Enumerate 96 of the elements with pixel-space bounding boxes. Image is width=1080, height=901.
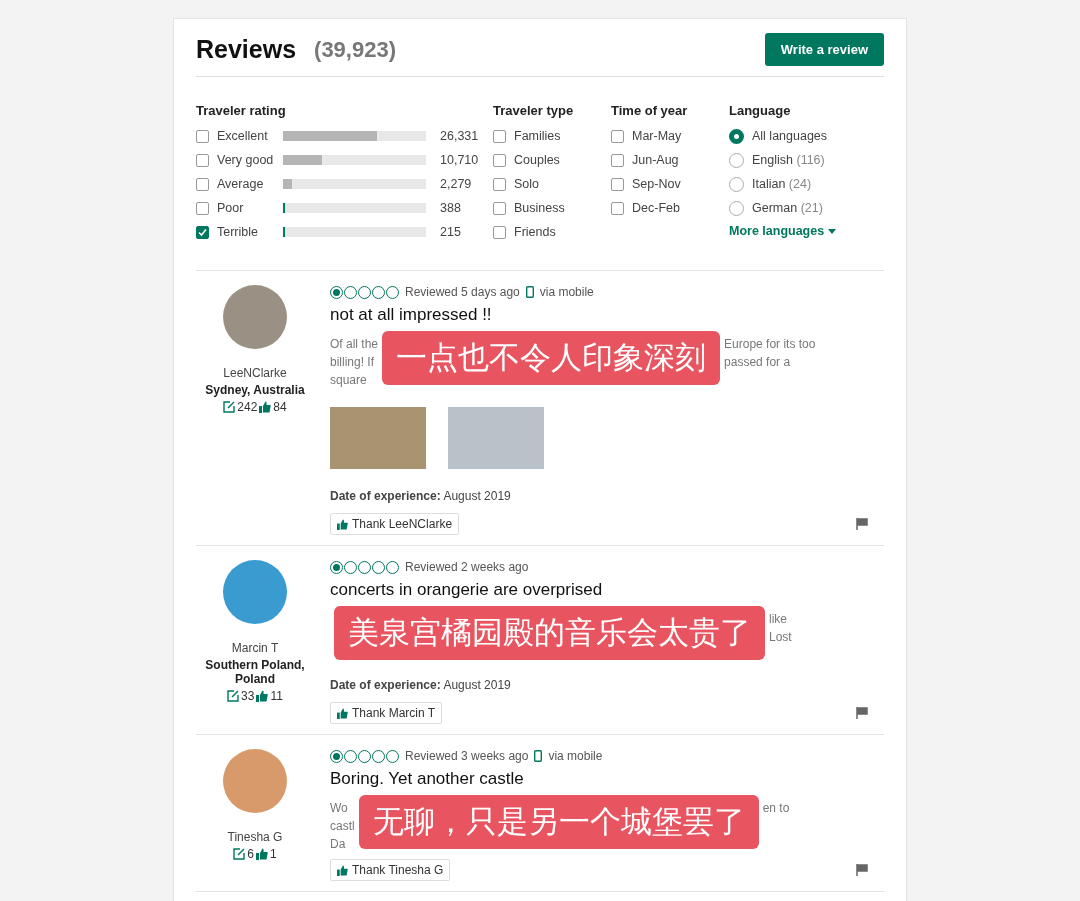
- more-languages-link[interactable]: More languages: [729, 224, 879, 238]
- radio-button[interactable]: [729, 128, 744, 144]
- checkbox[interactable]: [196, 177, 209, 191]
- checkbox[interactable]: [196, 201, 209, 215]
- flag-icon[interactable]: [856, 707, 868, 719]
- radio-button[interactable]: [729, 200, 744, 216]
- language-label: All languages: [752, 129, 828, 143]
- reviews-title: Reviews: [196, 35, 297, 64]
- date-of-experience: Date of experience: August 2019: [330, 678, 512, 692]
- language-label: Italian (24): [752, 177, 812, 191]
- rating-label: Terrible: [217, 225, 259, 239]
- radio-button[interactable]: [729, 152, 744, 168]
- thumbs-up-icon: [337, 707, 348, 719]
- checkbox[interactable]: [196, 225, 209, 239]
- review-date: Reviewed 2 weeks ago: [405, 560, 529, 574]
- checkbox[interactable]: [493, 225, 506, 239]
- user-name[interactable]: Tinesha G: [227, 830, 283, 844]
- helpful-count: 1: [270, 847, 277, 861]
- language-label: German (21): [752, 201, 823, 215]
- rating-count: 26,331: [440, 129, 479, 143]
- rating-count: 215: [440, 225, 461, 239]
- translation-caption: 美泉宫橘园殿的音乐会太贵了: [334, 606, 765, 660]
- edit-icon: [233, 848, 246, 860]
- rating-count: 388: [440, 201, 461, 215]
- filter-label: Friends: [514, 225, 556, 239]
- edit-icon: [223, 401, 236, 413]
- rating-label: Average: [217, 177, 265, 191]
- filter-label: Families: [514, 129, 561, 143]
- rating-label: Very good: [217, 153, 275, 167]
- review-title[interactable]: concerts in orangerie are overprised: [330, 580, 884, 600]
- review-text: Europe for its too passed for a: [724, 336, 816, 371]
- review-text: like Lost: [769, 611, 792, 646]
- helpful-count: 84: [273, 400, 287, 414]
- checkbox[interactable]: [611, 177, 624, 191]
- review-date: Reviewed 5 days ago: [405, 285, 520, 299]
- thumbs-up-icon: [256, 690, 269, 702]
- flag-icon[interactable]: [856, 518, 868, 530]
- checkbox[interactable]: [611, 129, 624, 143]
- rating-count: 2,279: [440, 177, 472, 191]
- checkbox[interactable]: [196, 153, 209, 167]
- phone-icon: [525, 286, 534, 298]
- review-title[interactable]: not at all impressed !!: [330, 305, 884, 325]
- filter-label: Sep-Nov: [632, 177, 681, 191]
- review-title[interactable]: Boring. Yet another castle: [330, 769, 884, 789]
- filter-label: Dec-Feb: [632, 201, 680, 215]
- review-text: Wo castl Da: [330, 800, 355, 853]
- thumbs-up-icon: [337, 518, 348, 530]
- filter-label: Jun-Aug: [632, 153, 679, 167]
- review-text: Of all the billing! If square: [330, 336, 379, 389]
- thank-button[interactable]: Thank LeeNClarke: [330, 513, 460, 535]
- review-date: Reviewed 3 weeks ago: [405, 749, 529, 763]
- rating-label: Excellent: [217, 129, 269, 143]
- checkbox[interactable]: [493, 177, 506, 191]
- thank-button[interactable]: Thank Tinesha G: [330, 859, 451, 881]
- filter-heading: Traveler rating: [196, 103, 287, 118]
- user-location: Southern Poland, Poland: [204, 658, 306, 686]
- radio-button[interactable]: [729, 176, 744, 192]
- thumbs-up-icon: [337, 864, 348, 876]
- filter-label: Solo: [514, 177, 540, 191]
- thumbs-up-icon: [259, 401, 272, 413]
- reviews-count: (39,923): [314, 36, 396, 63]
- user-location: Sydney, Australia: [204, 383, 306, 397]
- thumbs-up-icon: [256, 848, 268, 860]
- user-name[interactable]: LeeNClarke: [223, 366, 287, 380]
- contribution-count: 33: [241, 689, 255, 703]
- language-label: English (116): [752, 153, 825, 167]
- checkbox[interactable]: [493, 201, 506, 215]
- filter-label: Couples: [514, 153, 560, 167]
- filter-heading: Time of year: [611, 103, 689, 118]
- write-review-button[interactable]: Write a review: [764, 33, 884, 66]
- filter-heading: Language: [729, 103, 792, 118]
- contribution-count: 6: [247, 847, 254, 861]
- contribution-count: 242: [237, 400, 258, 414]
- filter-label: Mar-May: [632, 129, 682, 143]
- caret-icon: [828, 228, 837, 234]
- thank-button[interactable]: Thank Marcin T: [330, 702, 443, 724]
- checkbox[interactable]: [493, 153, 506, 167]
- checkbox[interactable]: [611, 153, 624, 167]
- checkbox[interactable]: [196, 129, 209, 143]
- rating-count: 10,710: [440, 153, 479, 167]
- edit-icon: [227, 690, 240, 702]
- checkbox[interactable]: [611, 201, 624, 215]
- via-mobile: via mobile: [548, 749, 603, 763]
- rating-label: Poor: [217, 201, 245, 215]
- filter-heading: Traveler type: [493, 103, 575, 118]
- flag-icon[interactable]: [856, 864, 868, 876]
- helpful-count: 11: [270, 689, 283, 703]
- translation-caption: 一点也不令人印象深刻: [382, 331, 721, 385]
- checkbox[interactable]: [493, 129, 506, 143]
- phone-icon: [534, 750, 543, 762]
- via-mobile: via mobile: [539, 285, 594, 299]
- user-name[interactable]: Marcin T: [231, 641, 279, 655]
- filter-label: Business: [514, 201, 565, 215]
- review-text: en to: [762, 800, 790, 817]
- date-of-experience: Date of experience: August 2019: [330, 489, 512, 503]
- translation-caption: 无聊，只是另一个城堡罢了: [358, 795, 759, 849]
